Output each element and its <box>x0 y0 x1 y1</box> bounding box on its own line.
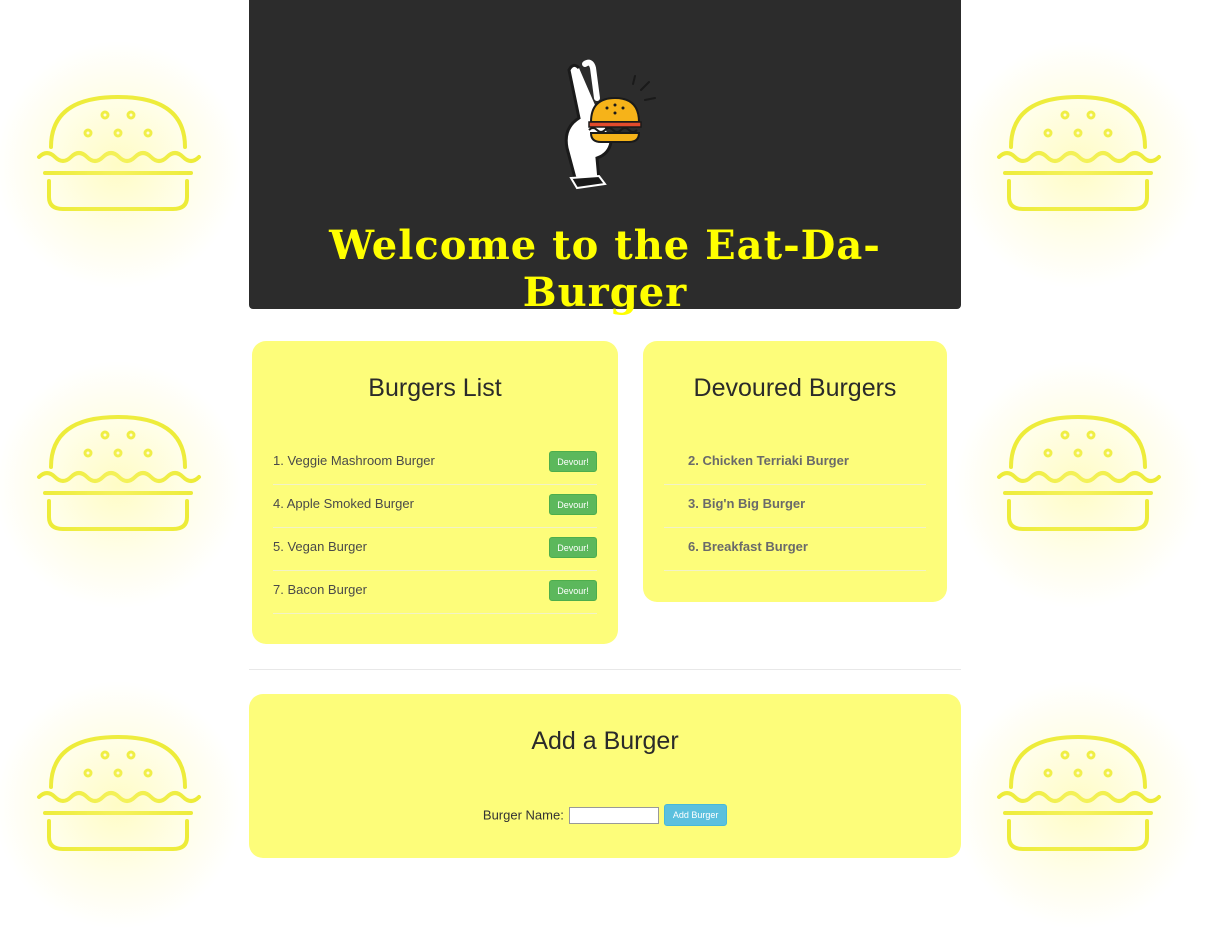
devoured-burgers-panel: Devoured Burgers 2. Chicken Terriaki Bur… <box>643 341 947 602</box>
neon-burger-right-3 <box>953 680 1203 930</box>
burgers-list-title: Burgers List <box>368 374 502 402</box>
add-burger-panel: Add a Burger Burger Name: Add Burger <box>249 694 961 858</box>
divider <box>249 669 961 670</box>
burger-name-input[interactable] <box>569 806 660 824</box>
burger-name: 7. Bacon Burger <box>273 582 367 597</box>
list-item: 6. Breakfast Burger <box>664 528 926 571</box>
burgers-list-panel: Burgers List 1. Veggie Mashroom Burger D… <box>252 341 618 644</box>
devour-button[interactable]: Devour! <box>549 537 597 558</box>
list-item: 5. Vegan Burger Devour! <box>273 528 597 571</box>
burger-name: 1. Veggie Mashroom Burger <box>273 453 435 468</box>
burger-name: 5. Vegan Burger <box>273 539 367 554</box>
list-item: 4. Apple Smoked Burger Devour! <box>273 485 597 528</box>
devoured-burgers-title: Devoured Burgers <box>693 374 897 402</box>
ok-hand-burger-logo-icon <box>549 58 664 193</box>
neon-burger-right-2 <box>953 360 1203 610</box>
header-jumbotron: Welcome to the Eat-Da-Burger <box>249 0 961 316</box>
add-burger-title: Add a Burger <box>531 727 679 755</box>
list-item: 2. Chicken Terriaki Burger <box>664 442 926 485</box>
neon-burger-left-3 <box>0 680 243 930</box>
devoured-burger-name: 2. Chicken Terriaki Burger <box>688 453 849 468</box>
neon-burger-left-2 <box>0 360 243 610</box>
devour-button[interactable]: Devour! <box>549 494 597 515</box>
add-burger-form: Burger Name: Add Burger <box>249 804 961 826</box>
devour-button[interactable]: Devour! <box>549 451 597 472</box>
burger-name: 4. Apple Smoked Burger <box>273 496 414 511</box>
neon-burger-right-1 <box>953 40 1203 290</box>
devour-button[interactable]: Devour! <box>549 580 597 601</box>
devoured-burger-name: 6. Breakfast Burger <box>688 539 808 554</box>
list-item: 7. Bacon Burger Devour! <box>273 571 597 614</box>
devoured-burger-name: 3. Big'n Big Burger <box>688 496 806 511</box>
burgers-list: 1. Veggie Mashroom Burger Devour! 4. App… <box>273 442 597 614</box>
list-item: 1. Veggie Mashroom Burger Devour! <box>273 442 597 485</box>
neon-burger-left-1 <box>0 40 243 290</box>
burger-name-label: Burger Name: <box>482 807 564 823</box>
devoured-list: 2. Chicken Terriaki Burger 3. Big'n Big … <box>664 442 926 571</box>
page-title: Welcome to the Eat-Da-Burger <box>329 222 881 316</box>
list-item: 3. Big'n Big Burger <box>664 485 926 528</box>
add-burger-button[interactable]: Add Burger <box>664 804 728 826</box>
